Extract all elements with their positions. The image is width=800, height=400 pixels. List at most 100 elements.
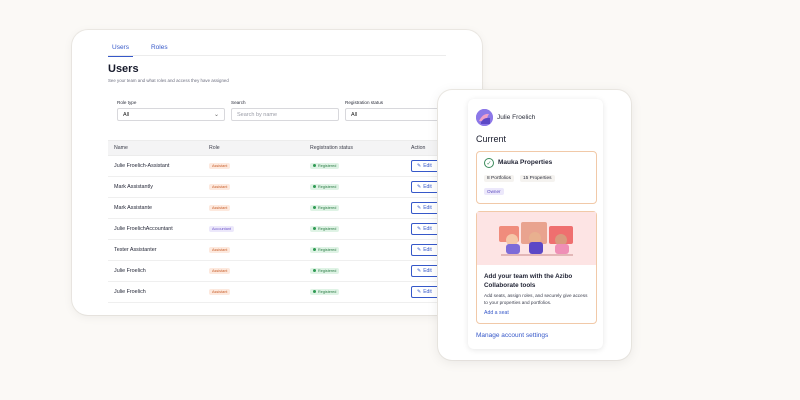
avatar-icon	[476, 109, 493, 126]
status-text: Registered	[318, 268, 337, 273]
status-dot-icon	[313, 269, 316, 273]
avatar[interactable]	[476, 109, 493, 126]
role-type-value: All	[123, 111, 130, 118]
edit-label: Edit	[423, 226, 432, 232]
pencil-icon: ✎	[417, 226, 422, 232]
user-name: Mark Assistante	[114, 205, 153, 211]
table-row: Julie FroelichAccountant Accountant Regist…	[108, 219, 448, 240]
table-row: Mark Assistante Assistant Registered ✎ Edit	[108, 198, 448, 219]
user-name: Julie Froelich	[114, 268, 146, 274]
user-name: Tester Assistanter	[114, 247, 157, 253]
profile-name: Julie Froelich	[497, 114, 536, 121]
edit-button[interactable]: ✎ Edit	[411, 223, 441, 235]
role-badge: Assistant	[209, 289, 231, 295]
table-row: Julie Froelich-Assistant Assistant Registe…	[108, 156, 448, 177]
status-cell: Registered	[310, 288, 411, 296]
table-body: Julie Froelich-Assistant Assistant Registe…	[108, 156, 448, 303]
search-filter: Search Search by name	[231, 100, 339, 121]
user-name: Julie Froelich	[114, 289, 146, 295]
manage-account-settings-link[interactable]: Manage account settings	[476, 332, 548, 339]
edit-button[interactable]: ✎ Edit	[411, 265, 441, 277]
edit-button[interactable]: ✎ Edit	[411, 202, 441, 214]
edit-label: Edit	[423, 268, 432, 274]
pencil-icon: ✎	[417, 205, 422, 211]
owner-badge: Owner	[484, 188, 504, 195]
page-subtitle: See your team and what roles and access …	[108, 78, 229, 83]
add-seat-link[interactable]: Add a seat	[484, 310, 509, 316]
role-badge: Assistant	[209, 268, 231, 274]
role-type-select[interactable]: All ⌄	[117, 108, 225, 121]
table-row: Julie Froelich Assistant Registered ✎ Edit	[108, 282, 448, 303]
edit-button[interactable]: ✎ Edit	[411, 160, 441, 172]
status-text: Registered	[318, 226, 337, 231]
status-dot-icon	[313, 227, 316, 231]
status-badge: Registered	[310, 267, 340, 274]
user-name: Julie Froelich-Assistant	[114, 163, 170, 169]
status-cell: Registered	[310, 204, 411, 212]
pencil-icon: ✎	[417, 184, 422, 190]
status-badge: Registered	[310, 204, 340, 211]
edit-label: Edit	[423, 184, 432, 190]
promo-title: Add your team with the Azibo Collaborate…	[484, 273, 573, 289]
pencil-icon: ✎	[417, 268, 422, 274]
status-text: Registered	[318, 163, 337, 168]
search-input[interactable]: Search by name	[231, 108, 339, 121]
portfolios-count: 8 Portfolios	[484, 175, 514, 182]
status-dot-icon	[313, 290, 316, 294]
role-badge: Assistant	[209, 205, 231, 211]
registration-status-label: Registration status	[345, 100, 384, 105]
status-badge: Registered	[310, 225, 340, 232]
status-badge: Registered	[310, 246, 340, 253]
pencil-icon: ✎	[417, 163, 422, 169]
role-cell: Assistant	[209, 184, 310, 190]
status-cell: Registered	[310, 225, 411, 233]
role-type-label: Role type	[117, 100, 137, 105]
table-row: Mark Assistantly Assistant Registered ✎ Edit	[108, 177, 448, 198]
org-name: Mauka Properties	[498, 159, 553, 166]
edit-label: Edit	[423, 163, 432, 169]
status-dot-icon	[313, 206, 316, 210]
role-badge: Assistant	[209, 163, 231, 169]
current-heading: Current	[476, 134, 507, 144]
users-card: Users Roles Users See your team and what…	[72, 30, 482, 315]
status-badge: Registered	[310, 162, 340, 169]
role-badge: Assistant	[209, 184, 231, 190]
edit-label: Edit	[423, 247, 432, 253]
table-row: Tester Assistanter Assistant Registered ✎ Ed…	[108, 240, 448, 261]
table-header: Name Role Registration status Action	[108, 140, 448, 156]
role-cell: Assistant	[209, 289, 310, 295]
column-header-name: Name	[114, 145, 128, 151]
column-header-role: Role	[209, 145, 220, 151]
promo-description: Add seats, assign roles, and securely gi…	[484, 293, 588, 305]
pencil-icon: ✎	[417, 289, 422, 295]
tab-divider	[108, 55, 446, 56]
status-badge: Registered	[310, 288, 340, 295]
status-text: Registered	[318, 205, 337, 210]
search-label: Search	[231, 100, 246, 105]
column-header-status: Registration status	[310, 145, 353, 151]
role-cell: Assistant	[209, 163, 310, 169]
registration-status-select[interactable]: All	[345, 108, 440, 121]
role-cell: Accountant	[209, 226, 310, 232]
edit-label: Edit	[423, 205, 432, 211]
page-title: Users	[108, 63, 139, 75]
role-cell: Assistant	[209, 205, 310, 211]
user-name: Mark Assistantly	[114, 184, 153, 190]
status-cell: Registered	[310, 183, 411, 191]
role-badge: Accountant	[209, 226, 234, 232]
users-table: Name Role Registration status Action Jul…	[108, 140, 448, 303]
status-text: Registered	[318, 289, 337, 294]
registration-status-value: All	[351, 111, 358, 118]
edit-button[interactable]: ✎ Edit	[411, 286, 441, 298]
user-name: Julie FroelichAccountant	[114, 226, 173, 232]
check-icon: ✓	[484, 158, 494, 168]
properties-count: 15 Properties	[520, 175, 555, 182]
edit-button[interactable]: ✎ Edit	[411, 181, 441, 193]
status-dot-icon	[313, 185, 316, 189]
status-cell: Registered	[310, 267, 411, 275]
status-badge: Registered	[310, 183, 340, 190]
status-text: Registered	[318, 184, 337, 189]
edit-button[interactable]: ✎ Edit	[411, 244, 441, 256]
status-cell: Registered	[310, 246, 411, 254]
edit-label: Edit	[423, 289, 432, 295]
